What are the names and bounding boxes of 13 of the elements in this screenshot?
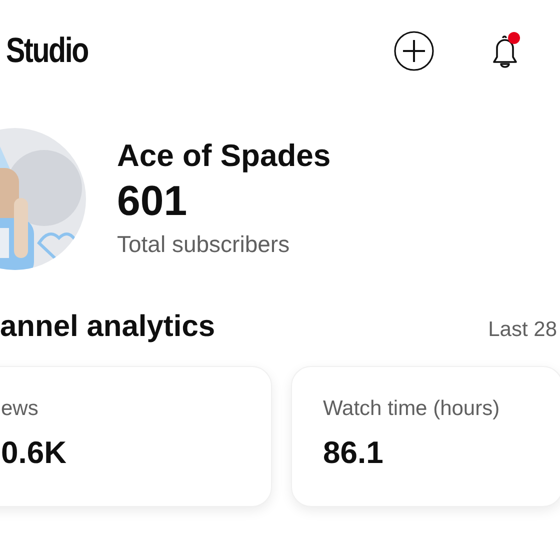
metric-value: 86.1 [323,435,384,471]
metric-label: ews [1,397,40,421]
metric-card[interactable]: ews 0.6K [0,366,272,507]
channel-name: Ace of Spades [117,137,331,175]
studio-title: Studio [6,31,88,71]
metric-label: Watch time (hours) [323,397,501,421]
create-icon[interactable] [394,31,434,71]
subscriber-count: 601 [117,176,188,226]
subscriber-label: Total subscribers [117,230,291,259]
section-title: annel analytics [0,310,216,344]
metric-value: 0.6K [1,435,68,471]
period-label[interactable]: Last 28 [488,318,557,342]
metric-card[interactable]: Watch time (hours) 86.1 [291,366,560,507]
